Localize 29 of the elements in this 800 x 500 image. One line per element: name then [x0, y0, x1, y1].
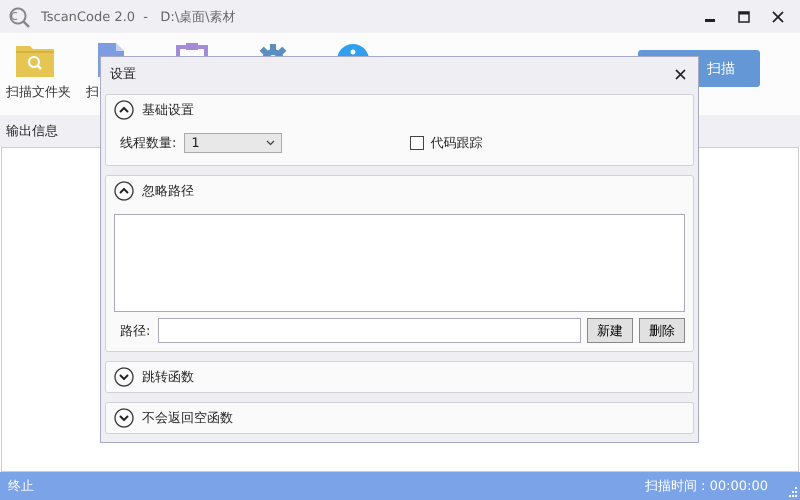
thread-count-dropdown[interactable]: 1 — [184, 133, 282, 153]
section-title[interactable]: 不会返回空函数 — [142, 409, 233, 427]
checkbox[interactable] — [410, 136, 424, 150]
toolbar-label[interactable]: 扫描文件夹 — [6, 83, 71, 101]
delete-button[interactable]: 删除 — [639, 318, 685, 343]
section-title[interactable]: 跳转函数 — [142, 368, 194, 386]
close-icon[interactable] — [675, 68, 686, 80]
section-title[interactable]: 基础设置 — [142, 101, 194, 119]
dialog-title: 设置 — [110, 66, 136, 83]
path-label: 路径: — [120, 322, 150, 340]
toolbar-label[interactable]: 扫 — [86, 83, 99, 101]
scan-time: 扫描时间 : 00:00:00 — [644, 478, 768, 495]
status-text: 终止 — [8, 478, 34, 495]
thread-count-label: 线程数量: — [120, 135, 176, 152]
path-input-field[interactable] — [158, 318, 581, 343]
section-title[interactable]: 忽略路径 — [142, 182, 194, 200]
expand-icon[interactable] — [114, 367, 134, 387]
magnifier-logo-icon — [8, 6, 32, 28]
close-icon[interactable] — [772, 10, 784, 22]
caret-icon[interactable] — [266, 140, 276, 146]
output-label: 输出信息 — [6, 123, 58, 140]
collapse-icon[interactable] — [114, 181, 134, 201]
window-title: TscanCode 2.0 - D:\桌面\素材 — [41, 8, 236, 26]
maximize-icon[interactable] — [738, 10, 750, 22]
resize-grip-icon[interactable] — [787, 487, 797, 497]
add-button[interactable]: 新建 — [587, 318, 633, 343]
expand-icon[interactable] — [114, 408, 134, 428]
collapse-icon[interactable] — [114, 100, 134, 120]
checkbox-label[interactable]: 代码跟踪 — [430, 134, 482, 152]
